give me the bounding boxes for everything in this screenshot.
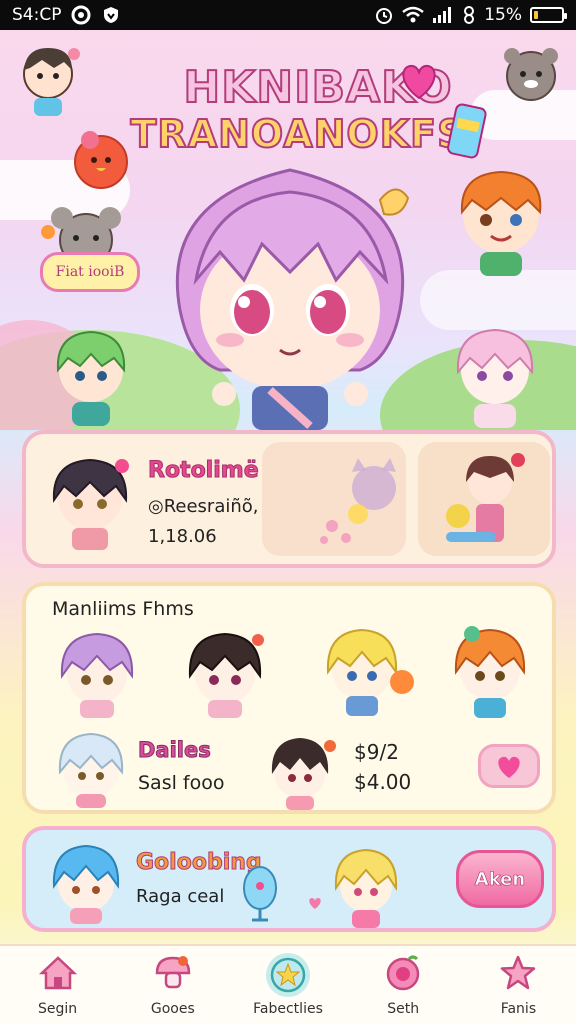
- nav-label: Seth: [387, 1001, 420, 1017]
- chibi-avatar-icon: [460, 170, 542, 276]
- nav-label: Fabectlies: [253, 1001, 323, 1017]
- chibi-avatar-icon: [56, 330, 126, 426]
- main-character-illustration: [175, 168, 410, 430]
- notification-icon: [71, 5, 91, 25]
- battery-percent: 15%: [484, 5, 522, 25]
- chibi-avatar-icon: [23, 48, 80, 116]
- status-bar: S4:CP 15%: [0, 0, 576, 30]
- alarm-icon: [374, 5, 394, 25]
- mushroom-icon: [155, 956, 191, 989]
- list-card-title: Manliims Fhms: [52, 598, 194, 620]
- featured-detail: ◎Reesraiñõ,: [148, 496, 259, 517]
- chibi-avatar-icon[interactable]: [50, 626, 144, 722]
- chibi-avatar-icon[interactable]: [258, 732, 342, 812]
- featured-title: Rotolimë: [148, 458, 260, 484]
- chibi-avatar-icon: [52, 458, 129, 550]
- chibi-avatar-icon: [52, 844, 120, 924]
- signal-icon: [432, 6, 454, 24]
- clock-text: S4:CP: [12, 5, 62, 25]
- chibi-avatar-icon[interactable]: [178, 626, 272, 722]
- item-subtitle: Sasl fooo: [138, 772, 225, 794]
- battery-level: [534, 11, 538, 19]
- chibi-avatar-icon: [456, 328, 534, 428]
- heart-sticker-icon: [402, 64, 436, 100]
- sticker-label: Fiat iooiB: [40, 252, 140, 292]
- chibi-avatar-icon: [446, 453, 525, 542]
- nav-label: Gooes: [150, 1001, 195, 1017]
- collect-card: Goloobing Raga ceal Aken: [22, 826, 556, 932]
- featured-preview-panel[interactable]: [262, 442, 406, 556]
- chibi-avatar-icon[interactable]: [48, 728, 134, 810]
- bear-sticker-icon: [504, 48, 558, 101]
- home-icon: [38, 956, 77, 990]
- collect-subtitle: Raga ceal: [136, 886, 225, 907]
- nav-item-games[interactable]: Gooes: [115, 946, 230, 1024]
- heart-icon: [498, 756, 520, 778]
- apple-sticker-icon: [74, 131, 128, 189]
- cat-preview-icon: [320, 458, 396, 544]
- nav-item-search[interactable]: Seth: [346, 946, 461, 1024]
- featured-value: 1,18.06: [148, 526, 217, 547]
- item-title: Dailes: [138, 738, 212, 763]
- nav-item-favorites[interactable]: Fabectlies: [230, 946, 345, 1024]
- chibi-avatar-icon: [334, 848, 398, 928]
- featured-side-panel[interactable]: [418, 442, 550, 556]
- favorite-button[interactable]: [478, 744, 540, 788]
- hero-banner: HKNIBAKO TRANOANOKFS Fiat iooiB: [0, 30, 576, 430]
- egg-icon: [243, 866, 277, 922]
- link-icon: [462, 5, 476, 25]
- drink-sticker-icon: [447, 103, 487, 159]
- hero-title-line1: HKNIBAKO: [182, 61, 453, 114]
- list-card: Manliims Fhms Dailes Sasl fooo $9/2 $4.0…: [22, 582, 556, 814]
- nav-label: Segin: [38, 1001, 78, 1017]
- star-icon: [501, 955, 536, 990]
- nav-item-fans[interactable]: Fanis: [461, 946, 576, 1024]
- price-secondary: $4.00: [354, 770, 412, 794]
- bottom-navigation: Segin Gooes Fabectlies Seth Fanis: [0, 944, 576, 1024]
- gem-icon: [386, 955, 420, 991]
- battery-icon: [530, 7, 567, 23]
- nav-label: Fanis: [500, 1001, 537, 1017]
- collect-action-button[interactable]: Aken: [456, 850, 544, 908]
- chibi-avatar-icon[interactable]: [312, 622, 422, 722]
- star-badge-icon: [270, 957, 306, 993]
- wifi-icon: [402, 6, 424, 24]
- shield-icon: [101, 5, 121, 25]
- nav-item-home[interactable]: Segin: [0, 946, 115, 1024]
- price-primary: $9/2: [354, 740, 399, 764]
- chibi-avatar-icon[interactable]: [442, 622, 538, 722]
- featured-card[interactable]: Rotolimë ◎Reesraiñõ, 1,18.06: [22, 430, 556, 568]
- heart-icon: [309, 898, 321, 909]
